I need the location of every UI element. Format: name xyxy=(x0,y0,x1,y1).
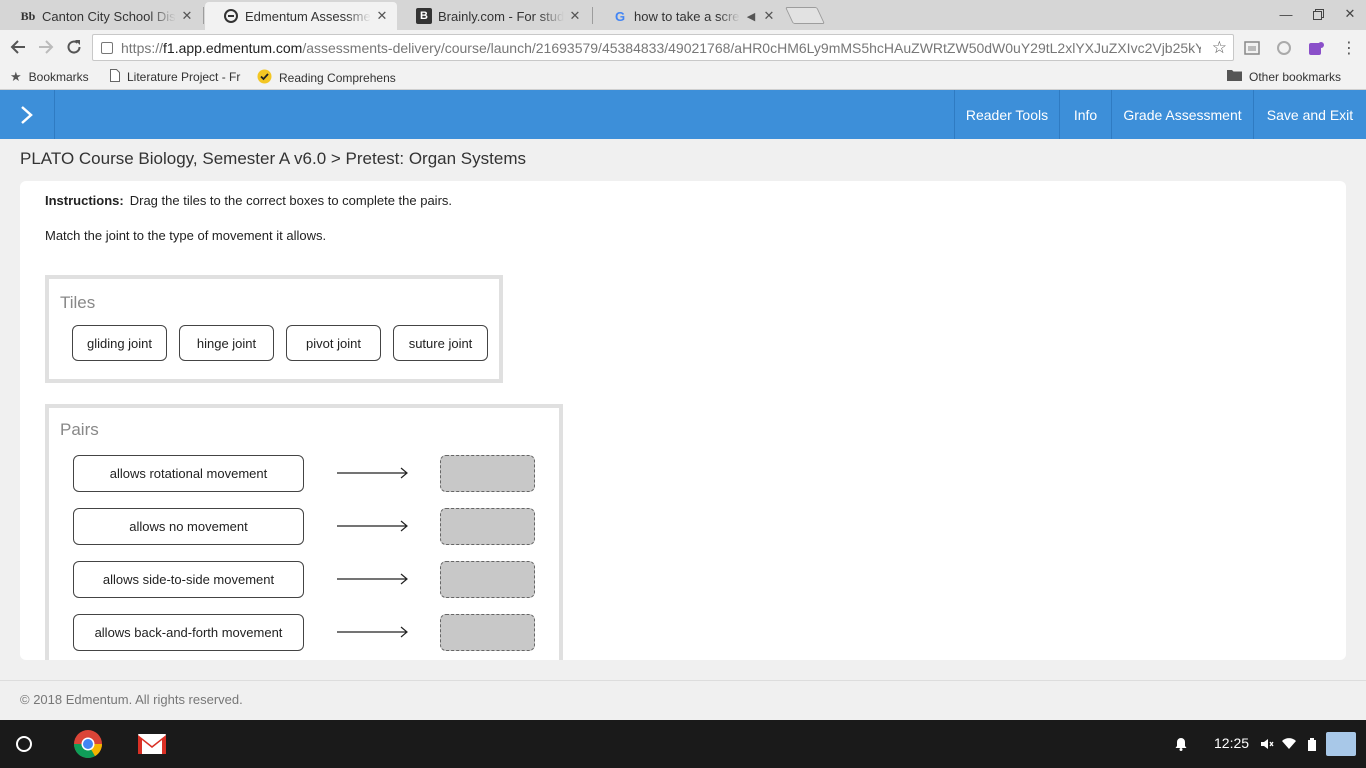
bookmark-label: Reading Comprehens xyxy=(279,71,396,85)
url-scheme: https:// xyxy=(121,39,164,56)
tiles-title: Tiles xyxy=(60,293,96,312)
tab-edmentum[interactable]: Edmentum Assessments ✕ xyxy=(205,2,397,30)
close-tab-icon[interactable]: ✕ xyxy=(180,8,194,23)
tab-title: Canton City School Distri xyxy=(42,8,176,24)
arrow-right-icon xyxy=(337,573,408,585)
bookmark-label: Bookmarks xyxy=(28,70,89,84)
copyright-text: © 2018 Edmentum. All rights reserved. xyxy=(20,692,243,707)
pair-label-side-to-side: allows side-to-side movement xyxy=(73,561,304,598)
browser-toolbar: https://f1.app.edmentum.com/assessments-… xyxy=(0,30,1366,65)
drop-target-1[interactable] xyxy=(440,455,535,492)
tab-title: Edmentum Assessments xyxy=(245,8,371,24)
notification-bell-icon[interactable] xyxy=(1174,737,1188,751)
close-tab-icon[interactable]: ✕ xyxy=(568,8,582,23)
save-and-exit-button[interactable]: Save and Exit xyxy=(1253,90,1366,139)
breadcrumb: PLATO Course Biology, Semester A v6.0 > … xyxy=(20,149,526,168)
chevron-right-icon xyxy=(21,105,33,124)
other-bookmarks-folder[interactable]: Other bookmarks xyxy=(1227,69,1341,84)
arrow-right-icon xyxy=(337,467,408,479)
tab-divider xyxy=(203,7,204,24)
drop-target-2[interactable] xyxy=(440,508,535,545)
wifi-icon[interactable] xyxy=(1282,737,1296,751)
close-tab-icon[interactable]: ✕ xyxy=(762,8,776,23)
pair-label-rotational: allows rotational movement xyxy=(73,455,304,492)
address-bar[interactable]: https://f1.app.edmentum.com/assessments-… xyxy=(92,34,1234,61)
star-icon: ★ xyxy=(10,69,22,84)
question-card: Instructions: Drag the tiles to the corre… xyxy=(20,181,1346,660)
tab-canton-city[interactable]: Bb Canton City School Distri ✕ xyxy=(2,2,202,30)
menu-toggle-button[interactable] xyxy=(0,90,55,139)
brainly-favicon-icon: B xyxy=(416,8,432,24)
bookmark-label: Literature Project - Fr xyxy=(127,70,241,84)
tab-brainly[interactable]: B Brainly.com - For student ✕ xyxy=(398,2,590,30)
edmentum-header: Reader Tools Info Grade Assessment Save … xyxy=(0,90,1366,139)
tile-hinge-joint[interactable]: hinge joint xyxy=(179,325,274,361)
chrome-menu-icon[interactable]: ⋮ xyxy=(1340,39,1358,57)
url-path: /assessments-delivery/course/launch/2169… xyxy=(302,39,1201,56)
tiles-container: Tiles gliding joint hinge joint pivot jo… xyxy=(45,275,503,383)
extension-refresh-icon[interactable] xyxy=(1275,39,1293,57)
os-shelf: 12:25 xyxy=(0,720,1366,768)
tab-divider xyxy=(592,7,593,24)
system-clock[interactable]: 12:25 xyxy=(1214,735,1249,751)
reload-icon[interactable] xyxy=(64,37,84,57)
bookmark-star-icon[interactable]: ☆ xyxy=(1212,38,1227,58)
drop-target-4[interactable] xyxy=(440,614,535,651)
launcher-icon[interactable] xyxy=(16,736,32,752)
battery-icon[interactable] xyxy=(1305,737,1319,751)
volume-muted-icon[interactable] xyxy=(1260,737,1274,751)
chrome-app-icon[interactable] xyxy=(73,729,103,759)
forward-arrow-icon[interactable] xyxy=(36,37,56,57)
cast-icon[interactable] xyxy=(1243,39,1261,57)
bookmark-reading-comprehension[interactable]: Reading Comprehens xyxy=(257,69,396,87)
tab-title: Brainly.com - For student xyxy=(438,8,564,24)
bookmarks-bar: ★ Bookmarks Literature Project - Fr Read… xyxy=(0,65,1366,90)
gmail-app-icon[interactable] xyxy=(137,729,167,759)
close-window-icon[interactable]: ✕ xyxy=(1342,6,1358,22)
new-tab-button[interactable] xyxy=(785,7,825,24)
instructions-text: Drag the tiles to the correct boxes to c… xyxy=(129,193,453,208)
google-favicon-icon: G xyxy=(614,8,626,24)
url-text: https://f1.app.edmentum.com/assessments-… xyxy=(121,40,1201,56)
edmentum-favicon-icon xyxy=(223,8,239,24)
muted-speaker-icon[interactable]: ◀ xyxy=(744,9,758,23)
tile-pivot-joint[interactable]: pivot joint xyxy=(286,325,381,361)
pairs-container: Pairs allows rotational movement allows … xyxy=(45,404,563,660)
page-info-icon[interactable] xyxy=(101,41,113,54)
checkmark-badge-icon xyxy=(257,69,272,87)
bookmarks-folder[interactable]: ★ Bookmarks xyxy=(10,69,89,85)
question-prompt: Match the joint to the type of movement … xyxy=(45,228,327,243)
grade-assessment-button[interactable]: Grade Assessment xyxy=(1111,90,1253,139)
close-tab-icon[interactable]: ✕ xyxy=(375,8,389,23)
info-button[interactable]: Info xyxy=(1059,90,1111,139)
url-host: f1.app.edmentum.com xyxy=(163,39,303,56)
bookmark-label: Other bookmarks xyxy=(1249,69,1342,84)
minimize-icon[interactable]: — xyxy=(1278,6,1294,22)
drop-target-3[interactable] xyxy=(440,561,535,598)
pairs-title: Pairs xyxy=(60,420,99,439)
user-avatar[interactable] xyxy=(1326,732,1356,756)
blackboard-favicon-icon: Bb xyxy=(20,8,36,23)
browser-tab-strip: Bb Canton City School Distri ✕ Edmentum … xyxy=(0,0,1366,30)
folder-icon xyxy=(1227,69,1242,84)
instructions-label: Instructions: xyxy=(45,193,124,208)
bookmark-literature-project[interactable]: Literature Project - Fr xyxy=(110,69,240,85)
arrow-right-icon xyxy=(337,520,408,532)
pair-label-back-and-forth: allows back-and-forth movement xyxy=(73,614,304,651)
page-icon xyxy=(110,69,120,85)
restore-icon[interactable] xyxy=(1310,6,1326,22)
tile-suture-joint[interactable]: suture joint xyxy=(393,325,488,361)
tile-gliding-joint[interactable]: gliding joint xyxy=(72,325,167,361)
arrow-right-icon xyxy=(337,626,408,638)
tab-google-search[interactable]: G how to take a screens ◀ ✕ xyxy=(594,2,784,30)
back-arrow-icon[interactable] xyxy=(8,37,28,57)
tab-title: how to take a screens xyxy=(634,8,740,24)
pair-label-no-movement: allows no movement xyxy=(73,508,304,545)
extension-puzzle-icon[interactable] xyxy=(1307,39,1325,57)
instructions: Instructions: Drag the tiles to the corre… xyxy=(45,193,452,208)
reader-tools-button[interactable]: Reader Tools xyxy=(954,90,1059,139)
